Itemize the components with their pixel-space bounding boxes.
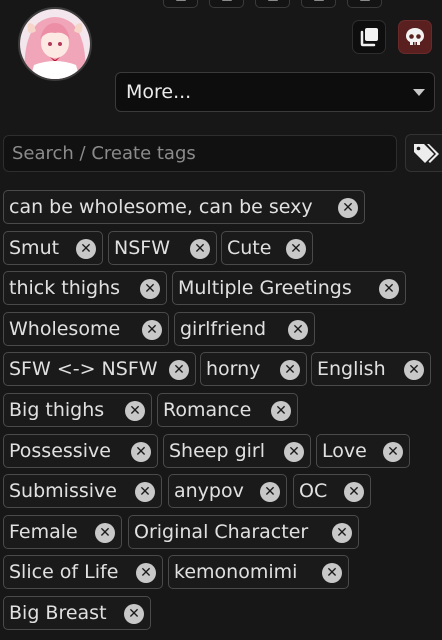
tag-label: Submissive: [9, 480, 117, 502]
tags-icon: [414, 144, 439, 163]
tag-label: Cute: [227, 237, 272, 259]
tag-label: Possessive: [9, 440, 111, 462]
remove-tag-icon[interactable]: ✕: [95, 523, 115, 543]
remove-tag-icon[interactable]: ✕: [131, 442, 151, 462]
remove-tag-icon[interactable]: ✕: [286, 239, 306, 259]
toolbar-button-1[interactable]: [163, 0, 198, 8]
tags-button[interactable]: [405, 134, 442, 172]
tag-label: SFW <-> NSFW: [9, 358, 158, 380]
tag-label: horny: [206, 358, 261, 380]
tag-chip[interactable]: Possessive ✕: [3, 434, 158, 468]
toolbar-button-5[interactable]: [347, 0, 382, 8]
avatar-image: [20, 9, 90, 79]
tag-label: Smut: [9, 237, 60, 259]
remove-tag-icon[interactable]: ✕: [76, 239, 96, 259]
remove-tag-icon[interactable]: ✕: [260, 482, 280, 502]
remove-tag-icon[interactable]: ✕: [332, 523, 352, 543]
tag-label: Sheep girl: [169, 440, 266, 462]
tag-chip[interactable]: Original Character ✕: [128, 515, 359, 549]
tag-chip[interactable]: OC ✕: [293, 474, 371, 508]
tag-search-input[interactable]: [3, 135, 397, 172]
duplicate-button[interactable]: [352, 20, 386, 54]
tag-label: Slice of Life: [9, 561, 119, 583]
remove-tag-icon[interactable]: ✕: [169, 360, 189, 380]
remove-tag-icon[interactable]: ✕: [284, 442, 304, 462]
remove-tag-icon[interactable]: ✕: [280, 360, 300, 380]
duplicate-icon: [360, 28, 378, 47]
tag-label: Multiple Greetings: [178, 277, 352, 299]
tag-label: English: [317, 358, 386, 380]
toolbar-button-3[interactable]: [255, 0, 290, 8]
tag-label: Romance: [163, 399, 252, 421]
tag-chip[interactable]: Wholesome ✕: [3, 312, 169, 346]
tag-label: anypov: [174, 480, 244, 502]
tag-chip[interactable]: SFW <-> NSFW ✕: [3, 352, 196, 386]
remove-tag-icon[interactable]: ✕: [125, 401, 145, 421]
tag-chip[interactable]: Multiple Greetings ✕: [172, 271, 406, 305]
tag-chip[interactable]: Big Breast ✕: [3, 596, 151, 630]
remove-tag-icon[interactable]: ✕: [338, 198, 358, 218]
tag-chip[interactable]: Big thighs ✕: [3, 393, 152, 427]
tag-chip[interactable]: thick thighs ✕: [3, 271, 167, 305]
tag-chip[interactable]: Slice of Life ✕: [3, 555, 163, 589]
toolbar-button-2[interactable]: [209, 0, 244, 8]
delete-button[interactable]: [398, 20, 432, 54]
tag-label: kemonomimi: [174, 561, 298, 583]
tag-chip[interactable]: horny ✕: [200, 352, 307, 386]
chevron-down-icon: [413, 89, 425, 96]
tag-chip[interactable]: anypov ✕: [168, 474, 287, 508]
tag-label: OC: [299, 480, 328, 502]
tag-chip[interactable]: Romance ✕: [157, 393, 298, 427]
tag-chip[interactable]: can be wholesome, can be sexy ✕: [3, 190, 365, 224]
tag-chip[interactable]: Cute ✕: [221, 231, 313, 265]
more-select[interactable]: More...: [115, 72, 435, 112]
remove-tag-icon[interactable]: ✕: [140, 279, 160, 299]
tag-chip[interactable]: English ✕: [311, 352, 431, 386]
skull-icon: [406, 28, 424, 45]
tag-label: can be wholesome, can be sexy: [9, 196, 313, 218]
remove-tag-icon[interactable]: ✕: [136, 563, 156, 583]
remove-tag-icon[interactable]: ✕: [379, 279, 399, 299]
tag-chip[interactable]: Smut ✕: [3, 231, 103, 265]
tag-label: Wholesome: [9, 318, 121, 340]
tag-label: thick thighs: [9, 277, 121, 299]
tag-label: Female: [9, 521, 78, 543]
remove-tag-icon[interactable]: ✕: [383, 442, 403, 462]
tag-chip[interactable]: Submissive ✕: [3, 474, 162, 508]
remove-tag-icon[interactable]: ✕: [322, 563, 342, 583]
remove-tag-icon[interactable]: ✕: [124, 604, 144, 624]
tag-chip[interactable]: Female ✕: [3, 515, 122, 549]
tag-label: NSFW: [114, 237, 170, 259]
tag-chip[interactable]: Sheep girl ✕: [163, 434, 311, 468]
tag-chip[interactable]: Love ✕: [316, 434, 410, 468]
tag-label: Big thighs: [9, 399, 105, 421]
tag-label: Love: [322, 440, 367, 462]
toolbar-button-4[interactable]: [301, 0, 336, 8]
character-avatar[interactable]: [18, 7, 92, 81]
remove-tag-icon[interactable]: ✕: [190, 239, 210, 259]
remove-tag-icon[interactable]: ✕: [271, 401, 291, 421]
remove-tag-icon[interactable]: ✕: [344, 482, 364, 502]
remove-tag-icon[interactable]: ✕: [288, 320, 308, 340]
tag-chip[interactable]: NSFW ✕: [108, 231, 217, 265]
tag-chip[interactable]: girlfriend ✕: [174, 312, 315, 346]
remove-tag-icon[interactable]: ✕: [142, 320, 162, 340]
tag-label: girlfriend: [180, 318, 267, 340]
tag-label: Original Character: [134, 521, 309, 543]
top-toolbar: [163, 0, 382, 8]
tag-chip[interactable]: kemonomimi ✕: [168, 555, 349, 589]
remove-tag-icon[interactable]: ✕: [404, 360, 424, 380]
tag-label: Big Breast: [9, 602, 107, 624]
more-select-value: More...: [126, 81, 192, 103]
remove-tag-icon[interactable]: ✕: [135, 482, 155, 502]
